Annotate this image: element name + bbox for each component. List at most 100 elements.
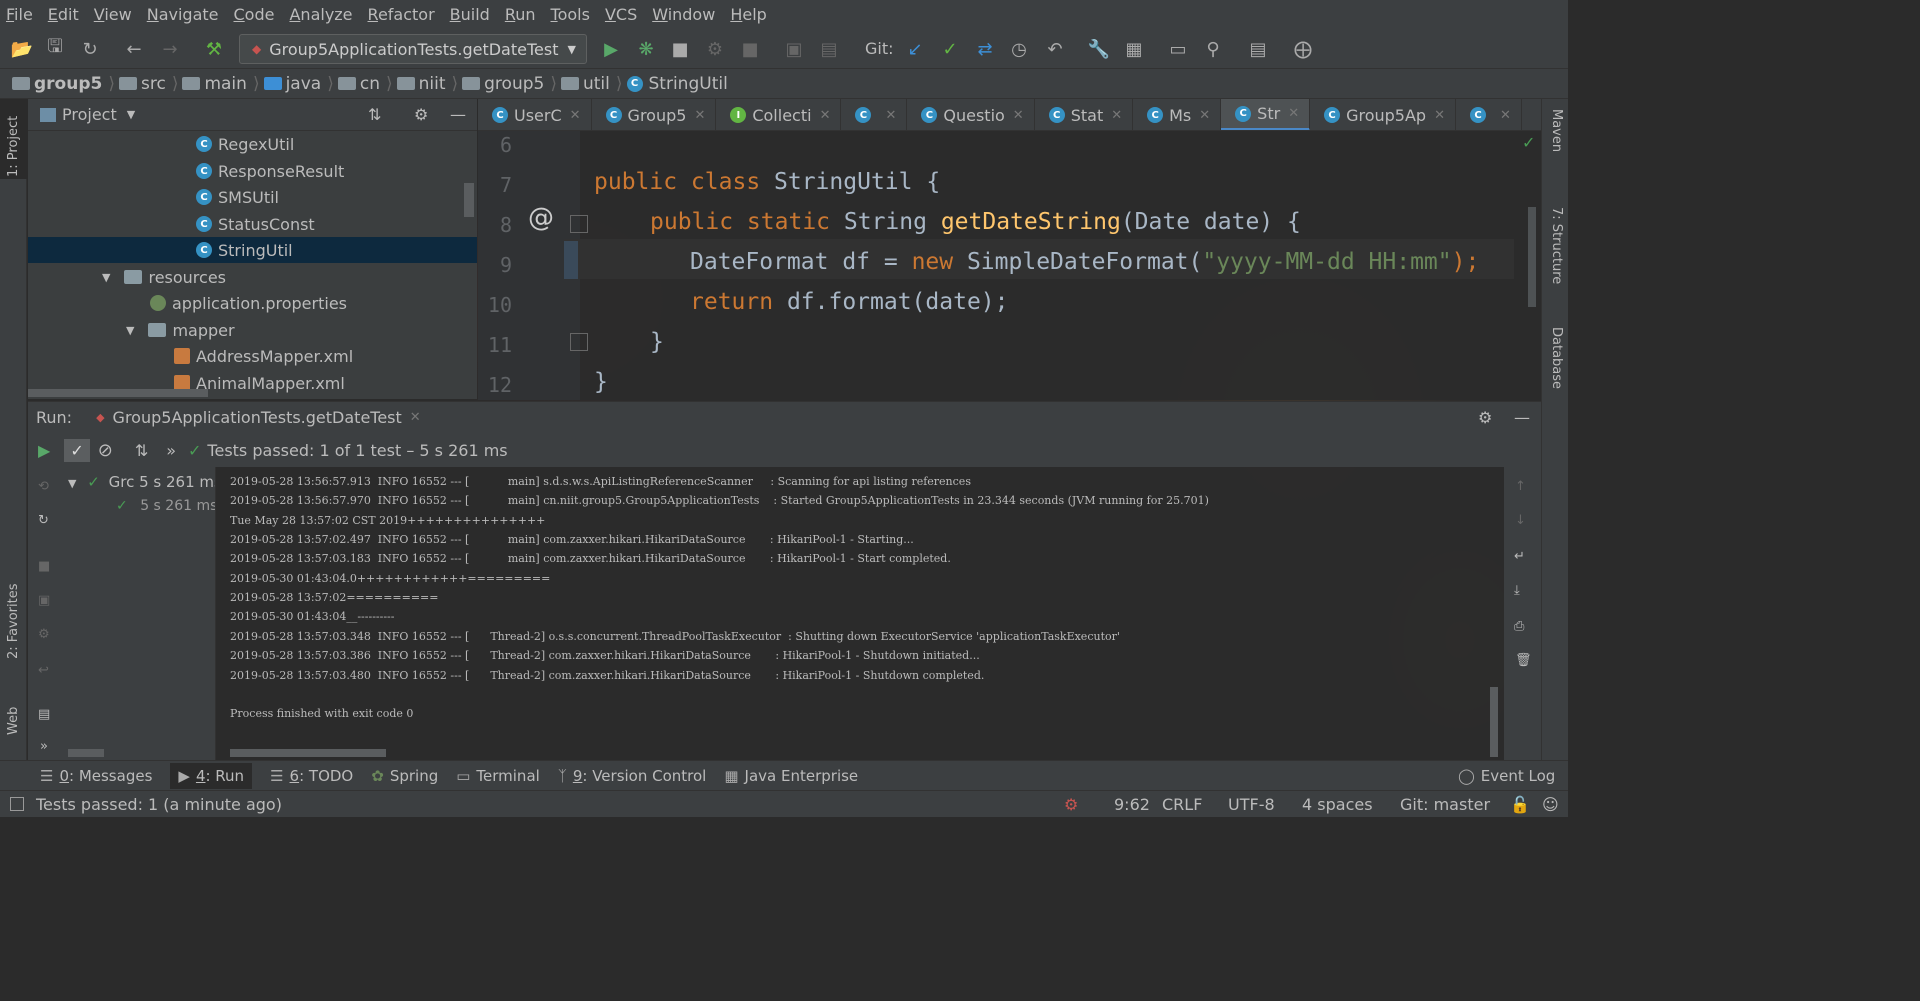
menu-refactor[interactable]: Refactor <box>368 5 435 24</box>
test-method-node[interactable]: ✓ 5 s 261 ms <box>116 498 215 514</box>
editor-tab[interactable]: C Questio ✕ <box>907 99 1035 130</box>
attach-icon[interactable]: ▣ <box>782 37 806 61</box>
editor-tab-active[interactable]: C Str ✕ <box>1221 99 1311 130</box>
git-compare-icon[interactable]: ⇄ <box>973 37 997 61</box>
sync-icon[interactable]: ↻ <box>78 37 102 61</box>
layout-icon[interactable]: ▤ <box>38 707 50 722</box>
line-separator[interactable]: CRLF <box>1162 795 1202 814</box>
run-configuration-select[interactable]: ◆ Group5ApplicationTests.getDateTest ▼ <box>239 34 587 64</box>
tree-item[interactable]: C SMSUtil <box>196 184 279 210</box>
event-log-tab[interactable]: ◯ Event Log <box>1458 767 1555 785</box>
close-icon[interactable]: ✕ <box>1288 106 1299 121</box>
breadcrumb-item[interactable]: util ⟩ <box>560 74 623 94</box>
close-icon[interactable]: ✕ <box>410 410 421 425</box>
build-hammer-icon[interactable]: ⚒ <box>202 37 226 61</box>
maven-tool-label[interactable]: Maven <box>1549 109 1564 152</box>
menu-build[interactable]: Build <box>450 5 490 24</box>
tasks-icon[interactable]: ▤ <box>1246 37 1270 61</box>
close-icon[interactable]: ✕ <box>570 108 581 123</box>
git-commit-icon[interactable]: ✓ <box>938 37 962 61</box>
screenshot-icon[interactable]: ▣ <box>38 593 50 608</box>
toggle-tool-windows-icon[interactable] <box>10 797 24 811</box>
more-icon[interactable]: » <box>166 441 176 460</box>
hector-icon[interactable]: ☺ <box>1542 795 1559 814</box>
project-structure-icon[interactable]: ▦ <box>1122 37 1146 61</box>
scroll-up-icon[interactable]: ↑ <box>1515 479 1526 494</box>
git-update-icon[interactable]: ↙ <box>903 37 927 61</box>
tool-tab-spring[interactable]: ✿ Spring <box>371 767 438 785</box>
tool-tab-version-control[interactable]: ᛉ9: Version Control <box>558 767 707 785</box>
console-output[interactable]: 2019-05-28 13:56:57.913 INFO 16552 --- [… <box>216 467 1504 760</box>
project-view-select[interactable]: Project <box>62 105 117 124</box>
close-icon[interactable]: ✕ <box>1013 108 1024 123</box>
tool-tab-todo[interactable]: ☰ 6: TODO <box>270 767 353 785</box>
menu-help[interactable]: Help <box>730 5 766 24</box>
fold-marker-icon[interactable] <box>570 215 588 233</box>
menu-vcs[interactable]: VCS <box>605 5 637 24</box>
inspection-icon[interactable]: ⚙ <box>1064 795 1078 814</box>
run-icon[interactable]: ▶ <box>599 37 623 61</box>
coverage-icon[interactable]: ■ <box>668 37 692 61</box>
breadcrumb-item[interactable]: cn ⟩ <box>337 74 393 94</box>
show-ignored-icon[interactable]: ⊘ <box>98 440 113 461</box>
show-passed-icon[interactable]: ✓ <box>64 438 90 462</box>
chevron-down-icon[interactable]: ▼ <box>127 108 135 121</box>
console-vertical-scrollbar[interactable] <box>1490 687 1498 757</box>
editor-scrollbar[interactable] <box>1528 207 1536 307</box>
scroll-down-icon[interactable]: ↓ <box>1515 513 1526 528</box>
editor-tab[interactable]: C ✕ <box>841 99 908 130</box>
fold-marker-icon[interactable] <box>570 333 588 351</box>
editor-tab[interactable]: C ✕ <box>1456 99 1522 130</box>
export-icon[interactable]: ↩ <box>38 663 49 678</box>
history-icon[interactable]: ◷ <box>1007 37 1031 61</box>
tree-item[interactable]: application.properties <box>150 290 347 316</box>
open-folder-icon[interactable]: 📂 <box>10 37 34 61</box>
hide-panel-icon[interactable]: — <box>1514 408 1530 427</box>
tool-tab-terminal[interactable]: ▭ Terminal <box>456 767 540 785</box>
tree-scrollbar[interactable] <box>464 183 474 217</box>
annotation-at-icon[interactable]: @ <box>528 203 554 233</box>
gear-icon[interactable]: ⚙ <box>414 105 428 124</box>
settings-icon[interactable]: ⚙ <box>38 627 50 642</box>
tree-item[interactable]: C ResponseResult <box>196 158 344 184</box>
editor-tab[interactable]: C Group5 ✕ <box>592 99 717 130</box>
menu-edit[interactable]: Edit <box>48 5 79 24</box>
tool-tab-java-enterprise[interactable]: ▦ Java Enterprise <box>724 767 858 785</box>
lock-icon[interactable]: 🔓 <box>1510 795 1530 814</box>
hide-panel-icon[interactable]: — <box>450 105 466 124</box>
editor-tab[interactable]: I Collecti ✕ <box>716 99 842 130</box>
run-tab-title[interactable]: Group5ApplicationTests.getDateTest <box>113 408 402 427</box>
tree-item[interactable]: C StatusConst <box>196 211 315 237</box>
tree-folder-mapper[interactable]: ▼ mapper <box>126 317 235 343</box>
tree-folder-resources[interactable]: ▼ resources <box>102 264 226 290</box>
more-icon[interactable]: » <box>40 739 48 754</box>
debug-icon[interactable]: ❋ <box>634 37 658 61</box>
profile-icon[interactable]: ⚙ <box>703 37 727 61</box>
tree-horizontal-scrollbar[interactable] <box>68 749 104 757</box>
tree-item[interactable]: C RegexUtil <box>196 131 294 157</box>
tool-tab-messages[interactable]: ☰ 0: Messages <box>40 767 152 785</box>
editor-tab[interactable]: C Ms ✕ <box>1133 99 1222 130</box>
close-icon[interactable]: ✕ <box>885 108 896 123</box>
close-icon[interactable]: ✕ <box>694 108 705 123</box>
structure-tool-label[interactable]: 7: Structure <box>1549 207 1564 284</box>
tree-item[interactable]: AddressMapper.xml <box>174 343 353 369</box>
sort-icon[interactable]: ⇅ <box>135 441 148 460</box>
menu-analyze[interactable]: Analyze <box>289 5 352 24</box>
breadcrumb-item[interactable]: C StringUtil <box>626 74 728 94</box>
settings-wrench-icon[interactable]: 🔧 <box>1087 37 1111 61</box>
trash-icon[interactable]: 🗑 <box>1515 653 1532 668</box>
editor-tab[interactable]: C UserC ✕ <box>478 99 592 130</box>
breadcrumb-item[interactable]: java ⟩ <box>263 74 334 94</box>
print-icon[interactable]: ⎙ <box>1514 619 1524 634</box>
breadcrumb-item[interactable]: niit ⟩ <box>396 74 458 94</box>
plugin-icon[interactable]: ⨁ <box>1291 37 1315 61</box>
close-icon[interactable]: ✕ <box>1500 108 1511 123</box>
rerun-icon[interactable]: ▶ <box>38 441 50 460</box>
menu-code[interactable]: Code <box>234 5 275 24</box>
breadcrumb-item[interactable]: src ⟩ <box>118 74 178 94</box>
breadcrumb-item[interactable]: main ⟩ <box>182 74 260 94</box>
menu-run[interactable]: Run <box>505 5 536 24</box>
tree-item-selected[interactable]: C StringUtil <box>28 237 477 263</box>
forward-icon[interactable]: → <box>158 37 182 61</box>
